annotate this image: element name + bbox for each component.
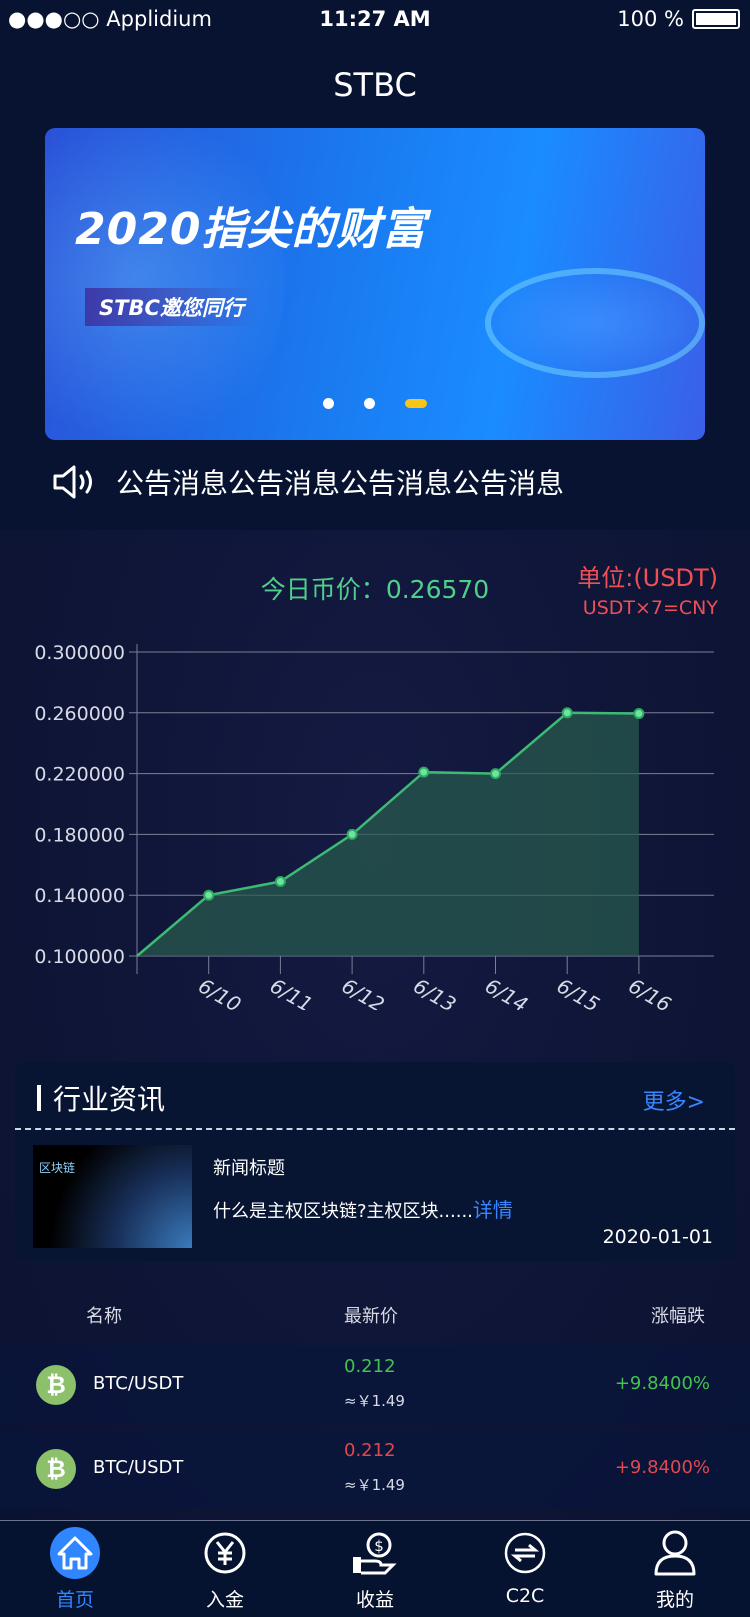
news-panel: 行业资讯 更多> 区块链 新闻标题 什么是主权区块链?主权区块......详情 … — [15, 1062, 735, 1261]
tab-label: 首页 — [55, 1589, 94, 1611]
status-bar: ●●●○○ Applidium 11:27 AM 100 % — [0, 0, 750, 40]
user-icon — [649, 1527, 701, 1579]
battery-icon — [692, 9, 740, 29]
battery-text: 100 % — [617, 7, 684, 31]
y-tick-label: 0.220000 — [34, 764, 125, 786]
y-tick-label: 0.260000 — [34, 703, 125, 725]
tab-label: C2C — [505, 1585, 545, 1607]
page-title: STBC — [333, 66, 417, 104]
tab-label: 入金 — [205, 1589, 244, 1611]
y-tick-label: 0.100000 — [34, 946, 125, 968]
x-tick-label: 6/11 — [266, 974, 317, 1010]
banner-carousel[interactable]: 2020指尖的财富 STBC邀您同行 — [45, 128, 705, 440]
data-point — [203, 889, 215, 901]
exchange-icon — [499, 1527, 551, 1579]
x-tick-label: 6/15 — [553, 974, 604, 1010]
change-percent: +9.8400% — [614, 1457, 710, 1478]
thumb-label: 区块链 — [39, 1161, 76, 1175]
news-section-title: 行业资讯 — [53, 1083, 166, 1116]
more-news-link[interactable]: 更多> — [643, 1084, 705, 1116]
news-title[interactable]: 新闻标题 — [213, 1154, 285, 1180]
home-icon — [49, 1527, 101, 1579]
news-detail-link[interactable]: 详情 — [473, 1198, 513, 1222]
market-row[interactable]: ₿ BTC/USDT 0.212 ≈￥1.49 +9.8400% — [0, 1346, 750, 1424]
conversion-label: USDT×7=CNY — [582, 597, 718, 619]
x-tick-label: 6/12 — [338, 974, 389, 1010]
y-tick-label: 0.140000 — [34, 885, 125, 907]
tab-deposit[interactable]: 入金 — [150, 1521, 300, 1617]
earnings-icon: $ — [349, 1527, 401, 1579]
news-summary: 什么是主权区块链?主权区块......详情 — [213, 1194, 513, 1223]
notice-text: 公告消息公告消息公告消息公告消息 — [116, 467, 565, 500]
x-tick-label: 6/10 — [194, 974, 245, 1010]
tab-profile[interactable]: 我的 — [600, 1521, 750, 1617]
carousel-dot-active[interactable] — [405, 399, 427, 408]
carousel-dot[interactable] — [364, 398, 375, 409]
pair-name: BTC/USDT — [93, 1457, 184, 1478]
tab-label: 收益 — [355, 1589, 394, 1611]
svg-text:$: $ — [374, 1537, 384, 1555]
yen-icon — [199, 1527, 251, 1579]
latest-price: 0.212 — [344, 1356, 396, 1377]
y-tick-label: 0.300000 — [34, 642, 125, 664]
carousel-dot[interactable] — [323, 398, 334, 409]
platform-graphic — [485, 268, 705, 378]
col-header-price: 最新价 — [344, 1306, 398, 1327]
tab-label: 我的 — [655, 1589, 694, 1611]
unit-label: 单位:(USDT) — [577, 564, 718, 592]
bottom-tab-bar: 首页 入金 $ 收益 C2C 我的 — [0, 1520, 750, 1617]
bitcoin-icon: ₿ — [36, 1365, 76, 1405]
x-tick-label: 6/13 — [409, 974, 460, 1010]
banner-subline: STBC邀您同行 — [85, 288, 258, 326]
unit-info: 单位:(USDT) USDT×7=CNY — [577, 558, 718, 619]
carousel-indicators — [45, 398, 705, 409]
col-header-name: 名称 — [86, 1306, 122, 1327]
bitcoin-icon: ₿ — [36, 1449, 76, 1489]
speaker-icon — [53, 465, 92, 499]
market-row[interactable]: ₿ BTC/USDT 0.212 ≈￥1.49 +9.8400% — [0, 1430, 750, 1508]
divider — [15, 1128, 735, 1130]
x-tick-label: 6/16 — [624, 974, 675, 1010]
pair-name: BTC/USDT — [93, 1373, 184, 1394]
data-point — [561, 707, 573, 719]
banner-headline: 2020指尖的财富 — [75, 204, 427, 255]
col-header-change: 涨幅跌 — [651, 1306, 705, 1327]
summary-text: 什么是主权区块链?主权区块...... — [213, 1201, 473, 1222]
tab-earnings[interactable]: $ 收益 — [300, 1521, 450, 1617]
data-point — [346, 828, 358, 840]
cny-price: ≈￥1.49 — [344, 1392, 405, 1410]
price-chart: 0.100000 0.140000 0.180000 0.220000 0.260000… — [34, 642, 714, 1010]
price-label: 今日币价： — [260, 575, 386, 604]
data-point — [274, 876, 286, 888]
change-percent: +9.8400% — [614, 1373, 710, 1394]
tab-home[interactable]: 首页 — [0, 1521, 150, 1617]
latest-price: 0.212 — [344, 1440, 396, 1461]
news-thumbnail[interactable]: 区块链 — [33, 1145, 192, 1248]
y-tick-label: 0.180000 — [34, 824, 125, 846]
title-bar-decoration — [37, 1085, 41, 1111]
data-point — [418, 766, 430, 778]
news-date: 2020-01-01 — [602, 1226, 713, 1248]
cny-price: ≈￥1.49 — [344, 1476, 405, 1494]
data-point — [490, 768, 501, 780]
price-value: 0.26570 — [385, 575, 490, 604]
tab-c2c[interactable]: C2C — [450, 1521, 600, 1617]
data-point — [633, 708, 645, 720]
x-tick-label: 6/14 — [481, 974, 532, 1010]
notice-bar[interactable]: 公告消息公告消息公告消息公告消息 — [52, 462, 564, 502]
globe-graphic — [45, 128, 285, 440]
